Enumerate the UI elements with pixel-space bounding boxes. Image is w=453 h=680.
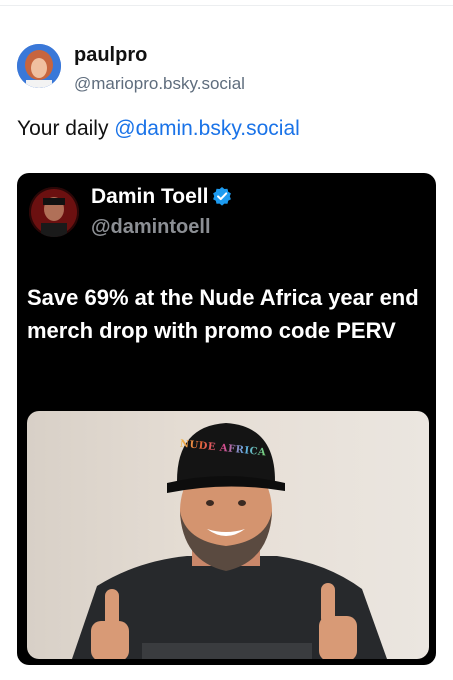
embedded-photo: NUDE AFRICA bbox=[27, 411, 429, 659]
top-divider bbox=[0, 5, 453, 6]
verified-badge-icon bbox=[213, 187, 232, 206]
post-mention-link[interactable]: @damin.bsky.social bbox=[114, 117, 300, 140]
embedded-handle: @damintoell bbox=[91, 216, 211, 238]
author-name[interactable]: paulpro bbox=[74, 44, 147, 67]
embedded-post-text: Save 69% at the Nude Africa year end mer… bbox=[27, 285, 419, 343]
author-handle[interactable]: @mariopro.bsky.social bbox=[74, 74, 245, 94]
post-text: Your daily @damin.bsky.social bbox=[17, 117, 300, 141]
author-avatar[interactable] bbox=[17, 44, 61, 88]
embedded-avatar bbox=[29, 187, 79, 237]
embedded-name: Damin Toell bbox=[91, 185, 232, 209]
embedded-name-text: Damin Toell bbox=[91, 185, 209, 208]
post-text-prefix: Your daily bbox=[17, 117, 115, 140]
embedded-image[interactable]: Damin Toell @damintoell Save 69% at the … bbox=[17, 173, 436, 665]
